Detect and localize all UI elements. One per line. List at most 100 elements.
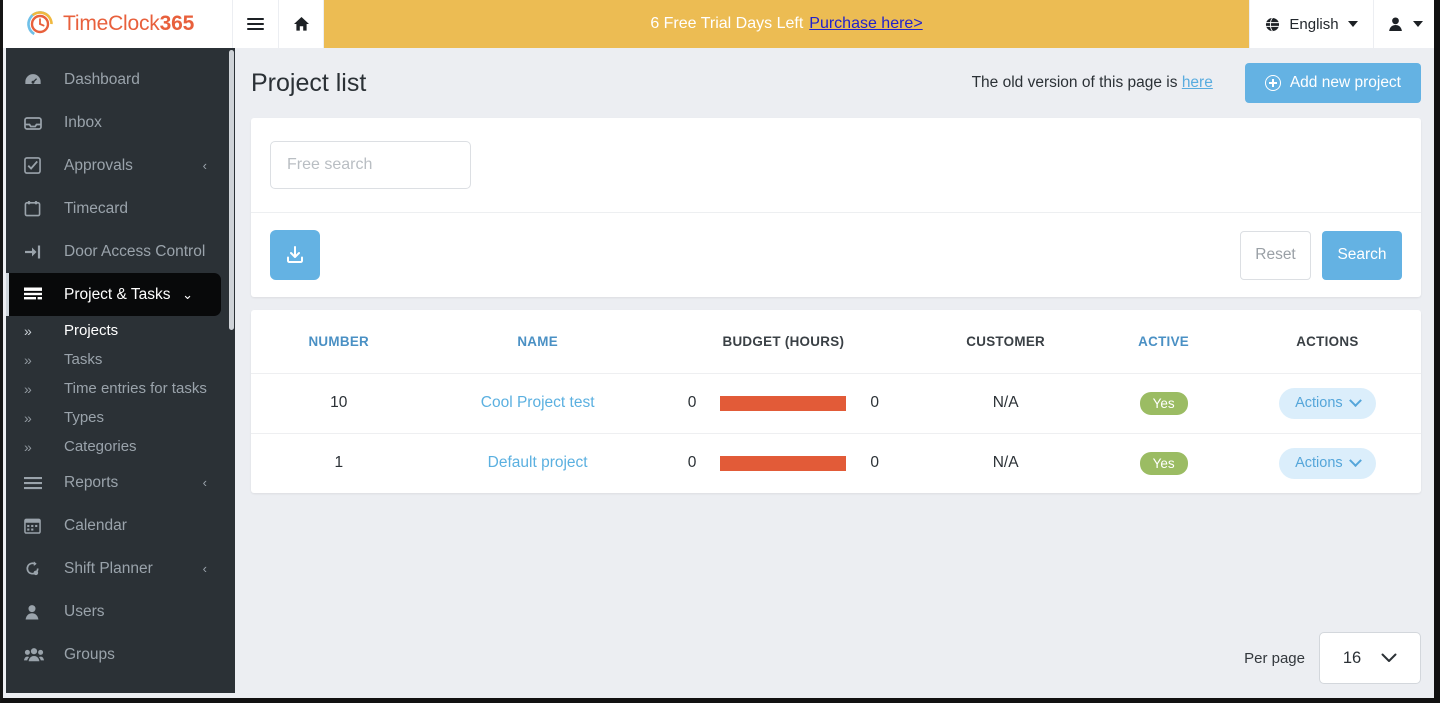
- per-page-select[interactable]: 16: [1319, 632, 1421, 684]
- chevron-down-icon: [1347, 21, 1358, 27]
- add-new-project-button[interactable]: Add new project: [1244, 63, 1421, 103]
- app-window: TimeClock365 6 Free Trial Days Left Purc…: [0, 0, 1440, 703]
- cell-number: 10: [251, 373, 427, 434]
- sidebar-scrollbar-thumb[interactable]: [229, 50, 234, 330]
- cell-actions: Actions: [1234, 433, 1421, 493]
- cell-number: 1: [334, 454, 344, 472]
- column-header-actions: ACTIONS: [1233, 310, 1421, 374]
- add-new-project-label: Add new project: [1289, 74, 1401, 91]
- sidebar-item-label: Groups: [64, 645, 115, 663]
- home-icon: [293, 17, 309, 31]
- cell-active: Yes: [1093, 373, 1234, 434]
- cell-name: Cool Project test: [426, 373, 649, 434]
- project-link[interactable]: Cool Project test: [481, 394, 595, 411]
- search-button[interactable]: Search: [1322, 230, 1402, 280]
- purchase-link[interactable]: Purchase here>: [809, 15, 922, 33]
- user-icon: [1389, 17, 1402, 32]
- project-table: NUMBER NAME BUDGET (HOURS) CUSTOMER ACTI…: [251, 310, 1421, 493]
- list-icon: [24, 476, 48, 490]
- sidebar-item-tasks[interactable]: » Tasks: [6, 345, 235, 374]
- sidebar-item-label: Calendar: [64, 516, 127, 534]
- sidebar-item-types[interactable]: » Types: [6, 403, 235, 432]
- budget-total-value: 0: [870, 394, 879, 411]
- column-header-active[interactable]: ACTIVE: [1093, 310, 1234, 374]
- budget-total-value: 0: [870, 454, 879, 472]
- sidebar-item-reports[interactable]: Reports ‹: [6, 461, 235, 504]
- chevron-double-right-icon: »: [24, 409, 32, 426]
- language-selector[interactable]: English: [1249, 0, 1374, 48]
- chevron-down-icon: [1413, 21, 1423, 27]
- column-header-budget-hours: BUDGET (HOURS): [648, 310, 918, 374]
- home-button[interactable]: [278, 0, 324, 48]
- status-badge: Yes: [1139, 451, 1188, 475]
- sidebar-item-label: Dashboard: [64, 70, 140, 88]
- sidebar-item-calendar[interactable]: Calendar: [6, 504, 235, 547]
- sidebar-item-label: Timecard: [64, 199, 129, 217]
- sidebar-subitem-label: Categories: [64, 438, 137, 455]
- per-page-label: Per page: [1244, 649, 1305, 667]
- export-button[interactable]: [270, 230, 320, 280]
- sidebar-item-timecard[interactable]: Timecard: [6, 187, 235, 230]
- per-page-value: 16: [1342, 648, 1362, 667]
- sidebar-scrollbar[interactable]: [228, 48, 235, 693]
- sidebar-item-label: Inbox: [64, 113, 102, 131]
- sidebar-item-label: Users: [64, 602, 105, 620]
- column-header-number[interactable]: NUMBER: [251, 310, 427, 374]
- old-version-note: The old version of this page is here: [972, 74, 1213, 92]
- sidebar: Dashboard Inbox Approvals ‹ Timecard Doo…: [6, 48, 235, 693]
- project-table-card: NUMBER NAME BUDGET (HOURS) CUSTOMER ACTI…: [251, 310, 1421, 493]
- search-input[interactable]: [270, 141, 471, 189]
- sidebar-item-door-access-control[interactable]: Door Access Control: [6, 230, 235, 273]
- main-content: Project list The old version of this pag…: [235, 48, 1434, 698]
- inbox-icon: [24, 115, 48, 131]
- sidebar-item-project-and-tasks[interactable]: Project & Tasks ⌄: [6, 273, 221, 316]
- search-panel: Reset Search: [251, 118, 1421, 297]
- sidebar-item-dashboard[interactable]: Dashboard: [6, 58, 235, 101]
- search-actions: Reset Search: [270, 213, 1402, 297]
- chevron-double-right-icon: »: [24, 322, 32, 339]
- brand-text: TimeClock365: [63, 12, 194, 36]
- budget-progress-bar: [720, 455, 847, 471]
- pagination-controls: Per page 16: [1244, 632, 1421, 684]
- top-bar: TimeClock365 6 Free Trial Days Left Purc…: [3, 0, 1434, 48]
- table-row: 10 Cool Project test 0 0 N/A Yes Actions: [251, 373, 1421, 434]
- column-header-name[interactable]: NAME: [426, 310, 649, 374]
- chevron-double-right-icon: »: [24, 351, 32, 368]
- chevron-down-icon: [1348, 454, 1362, 467]
- calendar-icon: [24, 200, 48, 217]
- check-square-icon: [24, 157, 48, 174]
- group-icon: [24, 647, 48, 662]
- language-label: English: [1289, 15, 1339, 33]
- sidebar-item-groups[interactable]: Groups: [6, 633, 235, 676]
- actions-button-label: Actions: [1295, 455, 1343, 472]
- page-title: Project list: [251, 68, 367, 97]
- brand-logo[interactable]: TimeClock365: [3, 0, 232, 48]
- sidebar-item-projects[interactable]: » Projects: [6, 316, 235, 345]
- timeclock-logo-icon: [26, 10, 54, 38]
- sidebar-item-categories[interactable]: » Categories: [6, 432, 235, 461]
- hamburger-icon: [247, 17, 264, 31]
- actions-button[interactable]: Actions: [1279, 387, 1376, 419]
- actions-button[interactable]: Actions: [1279, 447, 1376, 479]
- sidebar-item-label: Door Access Control: [64, 242, 206, 260]
- reset-button[interactable]: Reset: [1240, 230, 1311, 280]
- user-menu[interactable]: [1374, 0, 1434, 48]
- cell-budget: 0 0: [648, 373, 918, 434]
- column-header-customer: CUSTOMER: [917, 310, 1094, 374]
- sidebar-toggle-button[interactable]: [232, 0, 278, 48]
- globe-icon: [1266, 17, 1280, 31]
- download-icon: [287, 246, 303, 263]
- sidebar-item-label: Reports: [64, 473, 119, 491]
- sidebar-item-users[interactable]: Users: [6, 590, 235, 633]
- sidebar-item-inbox[interactable]: Inbox: [6, 101, 235, 144]
- sidebar-subitem-label: Tasks: [64, 351, 103, 368]
- sidebar-item-approvals[interactable]: Approvals ‹: [6, 144, 235, 187]
- sidebar-subitem-label: Types: [64, 409, 105, 426]
- sidebar-item-time-entries-for-tasks[interactable]: » Time entries for tasks: [6, 374, 235, 403]
- sidebar-subitem-label: Projects: [64, 322, 119, 339]
- chevron-double-right-icon: »: [24, 380, 32, 397]
- sidebar-item-shift-planner[interactable]: Shift Planner ‹: [6, 547, 235, 590]
- old-version-link[interactable]: here: [1182, 74, 1213, 91]
- sidebar-item-label: Approvals: [64, 156, 133, 174]
- project-link[interactable]: Default project: [488, 454, 588, 471]
